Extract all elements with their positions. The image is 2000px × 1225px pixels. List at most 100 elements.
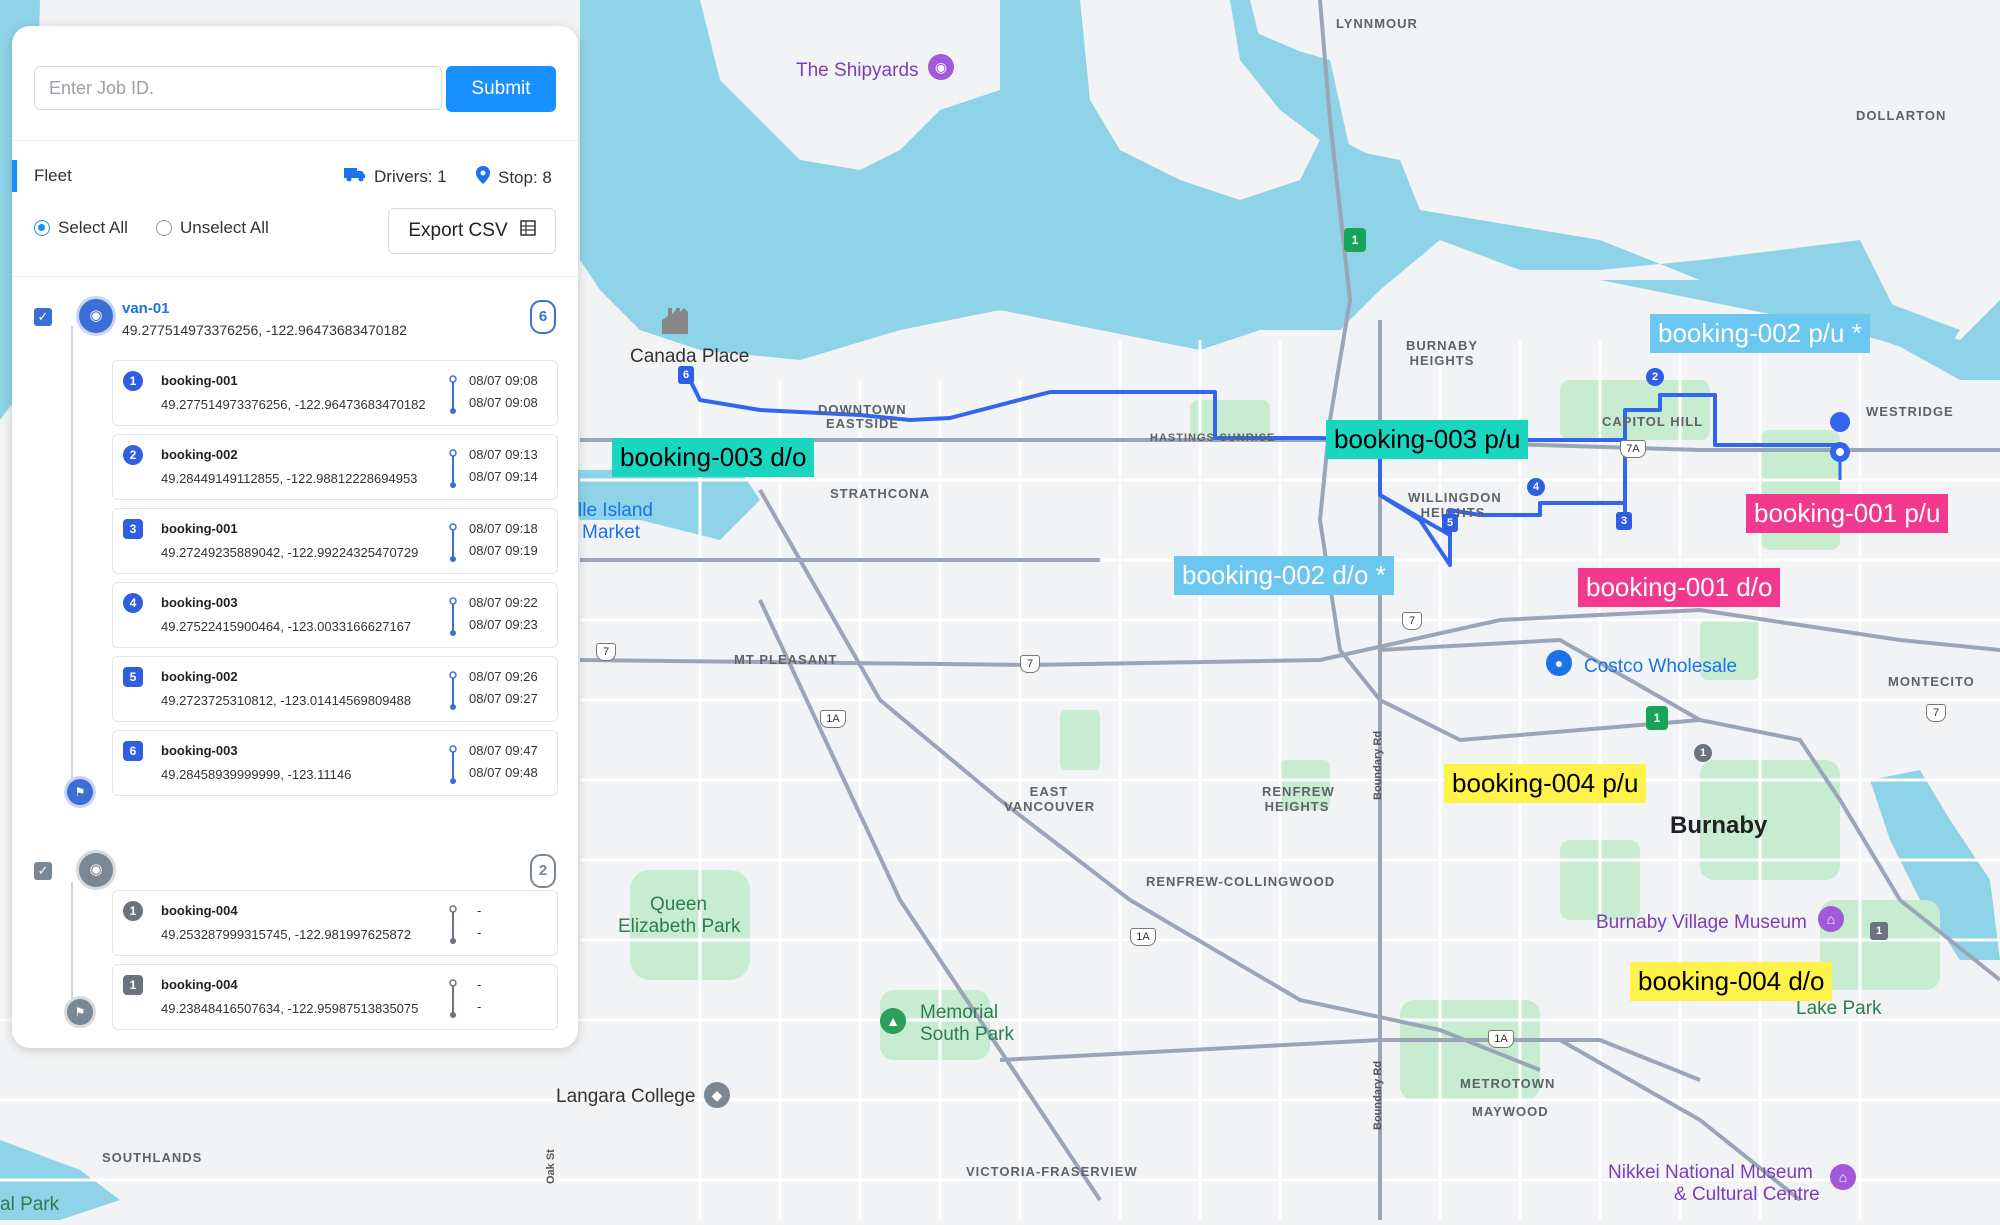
vehicle-checkbox[interactable]: ✓ <box>34 862 52 880</box>
road-label-oak-st: Oak St <box>545 1149 557 1184</box>
route-stop-marker[interactable]: 4 <box>1527 478 1545 496</box>
gray-stop-marker[interactable]: 1 <box>1870 922 1888 940</box>
stop-time-start: 08/07 09:13 <box>469 447 538 462</box>
flag-icon: ⚑ <box>64 996 96 1028</box>
city-label-burnaby: Burnaby <box>1670 812 1768 839</box>
route-stop-marker[interactable]: 5 <box>1442 514 1458 532</box>
annotation-booking-002-do: booking-002 d/o * <box>1174 556 1394 595</box>
export-csv-label: Export CSV <box>408 220 508 241</box>
area-label-strathcona: STRATHCONA <box>830 486 931 501</box>
route-stop-marker[interactable]: 6 <box>678 366 694 384</box>
time-range-icon <box>449 375 457 414</box>
vehicle-header[interactable]: ✓ ◉ van-01 49.277514973376256, -122.9647… <box>34 296 556 358</box>
area-label-victoria-fraserview: VICTORIA-FRASERVIEW <box>966 1164 1138 1179</box>
museum-icon: ⌂ <box>1818 906 1844 932</box>
area-label-montecito: MONTECITO <box>1888 674 1975 689</box>
stop-booking: booking-004 <box>161 977 238 992</box>
stop-coords: 49.2723725310812, -123.01414569809488 <box>161 693 412 708</box>
highway-sign: 7A <box>1620 440 1646 458</box>
poi-granville-island-a[interactable]: lle Island <box>578 500 653 522</box>
drivers-stat: Drivers: 1 <box>344 166 447 187</box>
stop-card[interactable]: 1 booking-001 49.277514973376256, -122.9… <box>112 360 558 426</box>
fleet-indicator <box>12 160 17 192</box>
stop-card[interactable]: 4 booking-003 49.27522415900464, -123.00… <box>112 582 558 648</box>
location-pin-icon <box>476 166 490 189</box>
stop-time-end: - <box>477 999 482 1014</box>
stop-card[interactable]: 1 booking-004 49.23848416507634, -122.95… <box>112 964 558 1030</box>
select-all-radio[interactable]: Select All <box>34 218 128 238</box>
route-stop-marker[interactable]: 3 <box>1616 512 1632 530</box>
area-label-renfrew-collingwood: RENFREW-COLLINGWOOD <box>1146 874 1336 889</box>
poi-burnaby-village-museum[interactable]: Burnaby Village Museum <box>1596 912 1807 934</box>
stop-booking: booking-003 <box>161 595 238 610</box>
job-search-row: Submit <box>34 66 556 112</box>
route-stop-marker[interactable]: 2 <box>1646 368 1664 386</box>
poi-costco[interactable]: Costco Wholesale <box>1584 656 1737 678</box>
stop-card[interactable]: 3 booking-001 49.27249235889042, -122.99… <box>112 508 558 574</box>
timeline-line <box>71 326 73 792</box>
stop-number: 2 <box>123 445 143 465</box>
stop-time-end: 08/07 09:08 <box>469 395 538 410</box>
stop-booking: booking-001 <box>161 521 238 536</box>
stop-time-end: 08/07 09:48 <box>469 765 538 780</box>
annotation-booking-004-pu: booking-004 p/u <box>1444 764 1647 803</box>
stop-card[interactable]: 6 booking-003 49.28458939999999, -123.11… <box>112 730 558 796</box>
poi-edge-park[interactable]: al Park <box>0 1194 59 1216</box>
poi-lake-park[interactable]: Lake Park <box>1796 998 1882 1020</box>
stop-time-start: - <box>477 977 482 992</box>
annotation-booking-003-pu: booking-003 p/u <box>1326 420 1529 459</box>
poi-memorial-park-a[interactable]: Memorial <box>920 1002 998 1024</box>
stops-stat: Stop: 8 <box>476 166 552 189</box>
vehicle-checkbox[interactable]: ✓ <box>34 308 52 326</box>
submit-button[interactable]: Submit <box>446 66 556 112</box>
road-label-hastings-sunrise: HASTINGS-SUNRISE <box>1150 432 1276 444</box>
stop-coords: 49.277514973376256, -122.96473683470182 <box>161 397 426 412</box>
poi-shipyards[interactable]: The Shipyards <box>796 60 919 82</box>
gray-stop-marker[interactable]: 1 <box>1694 744 1712 762</box>
highway-sign: 1A <box>1130 928 1156 946</box>
stop-coords: 49.23848416507634, -122.95987513835075 <box>161 1001 419 1016</box>
poi-langara-college[interactable]: Langara College <box>556 1086 695 1108</box>
stop-coords: 49.28458939999999, -123.11146 <box>161 767 352 782</box>
annotation-booking-004-do: booking-004 d/o <box>1630 962 1833 1001</box>
time-range-icon <box>449 671 457 710</box>
poi-nikkei-b[interactable]: & Cultural Centre <box>1674 1184 1820 1206</box>
time-range-icon <box>449 905 457 944</box>
annotation-booking-002-pu: booking-002 p/u * <box>1650 314 1870 353</box>
vehicle-stop-count: 6 <box>530 300 556 334</box>
poi-nikkei-a[interactable]: Nikkei National Museum <box>1608 1162 1813 1184</box>
stop-booking: booking-004 <box>161 903 238 918</box>
stop-card[interactable]: 1 booking-004 49.253287999315745, -122.9… <box>112 890 558 956</box>
vehicle-stop-count: 2 <box>530 854 556 888</box>
poi-queen-elizabeth-a[interactable]: Queen <box>650 894 707 916</box>
stop-card[interactable]: 5 booking-002 49.2723725310812, -123.014… <box>112 656 558 722</box>
export-csv-button[interactable]: Export CSV <box>388 208 556 254</box>
poi-granville-island-b[interactable]: Market <box>582 522 640 544</box>
stop-number: 6 <box>123 741 143 761</box>
area-label-southlands: SOUTHLANDS <box>102 1150 203 1165</box>
annotation-booking-001-do: booking-001 d/o <box>1578 568 1781 607</box>
highway-sign: 7 <box>596 643 616 661</box>
stop-number: 1 <box>123 901 143 921</box>
annotation-booking-003-do: booking-003 d/o <box>612 438 815 477</box>
stop-card[interactable]: 2 booking-002 49.28449149112855, -122.98… <box>112 434 558 500</box>
unselect-all-radio[interactable]: Unselect All <box>156 218 269 238</box>
job-id-input[interactable] <box>34 66 442 110</box>
school-icon: ◆ <box>704 1082 730 1108</box>
poi-queen-elizabeth-b[interactable]: Elizabeth Park <box>618 916 741 938</box>
stop-time-start: 08/07 09:22 <box>469 595 538 610</box>
area-label-downtown: DOWNTOWN <box>818 402 907 417</box>
poi-memorial-park-b[interactable]: South Park <box>920 1024 1014 1046</box>
highway-sign: 1 <box>1646 706 1668 730</box>
time-range-icon <box>449 523 457 562</box>
stop-number: 1 <box>123 371 143 391</box>
road-label-boundary-rd: Boundary Rd <box>1372 730 1384 800</box>
area-label-metrotown: METROTOWN <box>1460 1076 1556 1091</box>
area-label-renfrew-heights: RENFREW HEIGHTS <box>1262 784 1335 814</box>
road-label-boundary-rd-south: Boundary Rd <box>1372 1060 1384 1130</box>
poi-canada-place[interactable]: Canada Place <box>630 346 749 368</box>
stop-time-end: - <box>477 925 482 940</box>
stop-booking: booking-001 <box>161 373 238 388</box>
shopping-bag-icon: ● <box>1546 650 1572 676</box>
vehicle-coords: 49.277514973376256, -122.96473683470182 <box>122 322 407 338</box>
